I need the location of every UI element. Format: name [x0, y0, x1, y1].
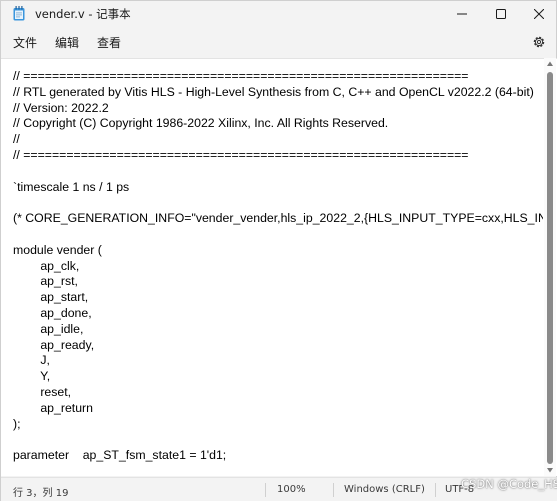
close-icon — [534, 9, 544, 19]
code-line[interactable]: // =====================================… — [13, 69, 543, 85]
code-line[interactable] — [13, 227, 543, 243]
code-line[interactable]: module vender ( — [13, 243, 543, 259]
code-line[interactable]: ap_clk, — [13, 259, 543, 275]
code-line[interactable]: ); — [13, 417, 543, 433]
window-title: vender.v - 记事本 — [35, 7, 131, 21]
code-line[interactable]: ap_done, — [13, 306, 543, 322]
menu-bar: 文件 编辑 查看 — [1, 27, 557, 57]
title-bar[interactable]: vender.v - 记事本 — [1, 1, 557, 27]
text-editor[interactable]: // =====================================… — [1, 58, 557, 476]
zoom-level: 100% — [277, 484, 306, 495]
code-line[interactable]: ap_return — [13, 401, 543, 417]
editor-content[interactable]: // =====================================… — [13, 69, 543, 464]
code-line[interactable]: ap_idle, — [13, 322, 543, 338]
code-line[interactable]: ap_start, — [13, 290, 543, 306]
scroll-down-icon[interactable] — [546, 466, 554, 474]
code-line[interactable]: J, — [13, 353, 543, 369]
code-line[interactable] — [13, 195, 543, 211]
watermark: CSDN @Code_HS — [461, 477, 557, 491]
minimize-button[interactable] — [443, 1, 481, 27]
minimize-icon — [457, 13, 467, 15]
maximize-icon — [496, 9, 506, 19]
menu-edit[interactable]: 编辑 — [55, 34, 79, 51]
code-line[interactable]: // RTL generated by Vitis HLS - High-Lev… — [13, 85, 543, 101]
scroll-up-icon[interactable] — [546, 60, 554, 68]
close-button[interactable] — [520, 1, 557, 27]
code-line[interactable]: (* CORE_GENERATION_INFO="vender_vender,h… — [13, 211, 543, 227]
menu-file[interactable]: 文件 — [13, 34, 37, 51]
status-divider — [265, 483, 266, 497]
code-line[interactable]: ap_rst, — [13, 274, 543, 290]
status-divider — [435, 483, 436, 497]
code-line[interactable]: ap_ready, — [13, 338, 543, 354]
code-line[interactable]: parameter ap_ST_fsm_state1 = 1'd1; — [13, 448, 543, 464]
vertical-scrollbar[interactable] — [544, 58, 556, 476]
cursor-position: 行 3，列 19 — [13, 488, 69, 499]
menu-view[interactable]: 查看 — [97, 34, 121, 51]
notepad-icon — [13, 6, 25, 21]
maximize-button[interactable] — [482, 1, 520, 27]
code-line[interactable]: // — [13, 132, 543, 148]
settings-button[interactable] — [529, 32, 549, 52]
code-line[interactable] — [13, 164, 543, 180]
code-line[interactable]: Y, — [13, 369, 543, 385]
code-line[interactable]: // =====================================… — [13, 148, 543, 164]
status-divider — [333, 483, 334, 497]
scrollbar-thumb[interactable] — [547, 72, 553, 464]
notepad-window: vender.v - 记事本 文件 编辑 查看 // =============… — [0, 0, 557, 501]
code-line[interactable]: `timescale 1 ns / 1 ps — [13, 180, 543, 196]
gear-icon — [533, 36, 545, 48]
code-line[interactable]: // Version: 2022.2 — [13, 101, 543, 117]
code-line[interactable]: reset, — [13, 385, 543, 401]
code-line[interactable] — [13, 432, 543, 448]
line-ending[interactable]: Windows (CRLF) — [344, 484, 425, 495]
code-line[interactable]: // Copyright (C) Copyright 1986-2022 Xil… — [13, 116, 543, 132]
